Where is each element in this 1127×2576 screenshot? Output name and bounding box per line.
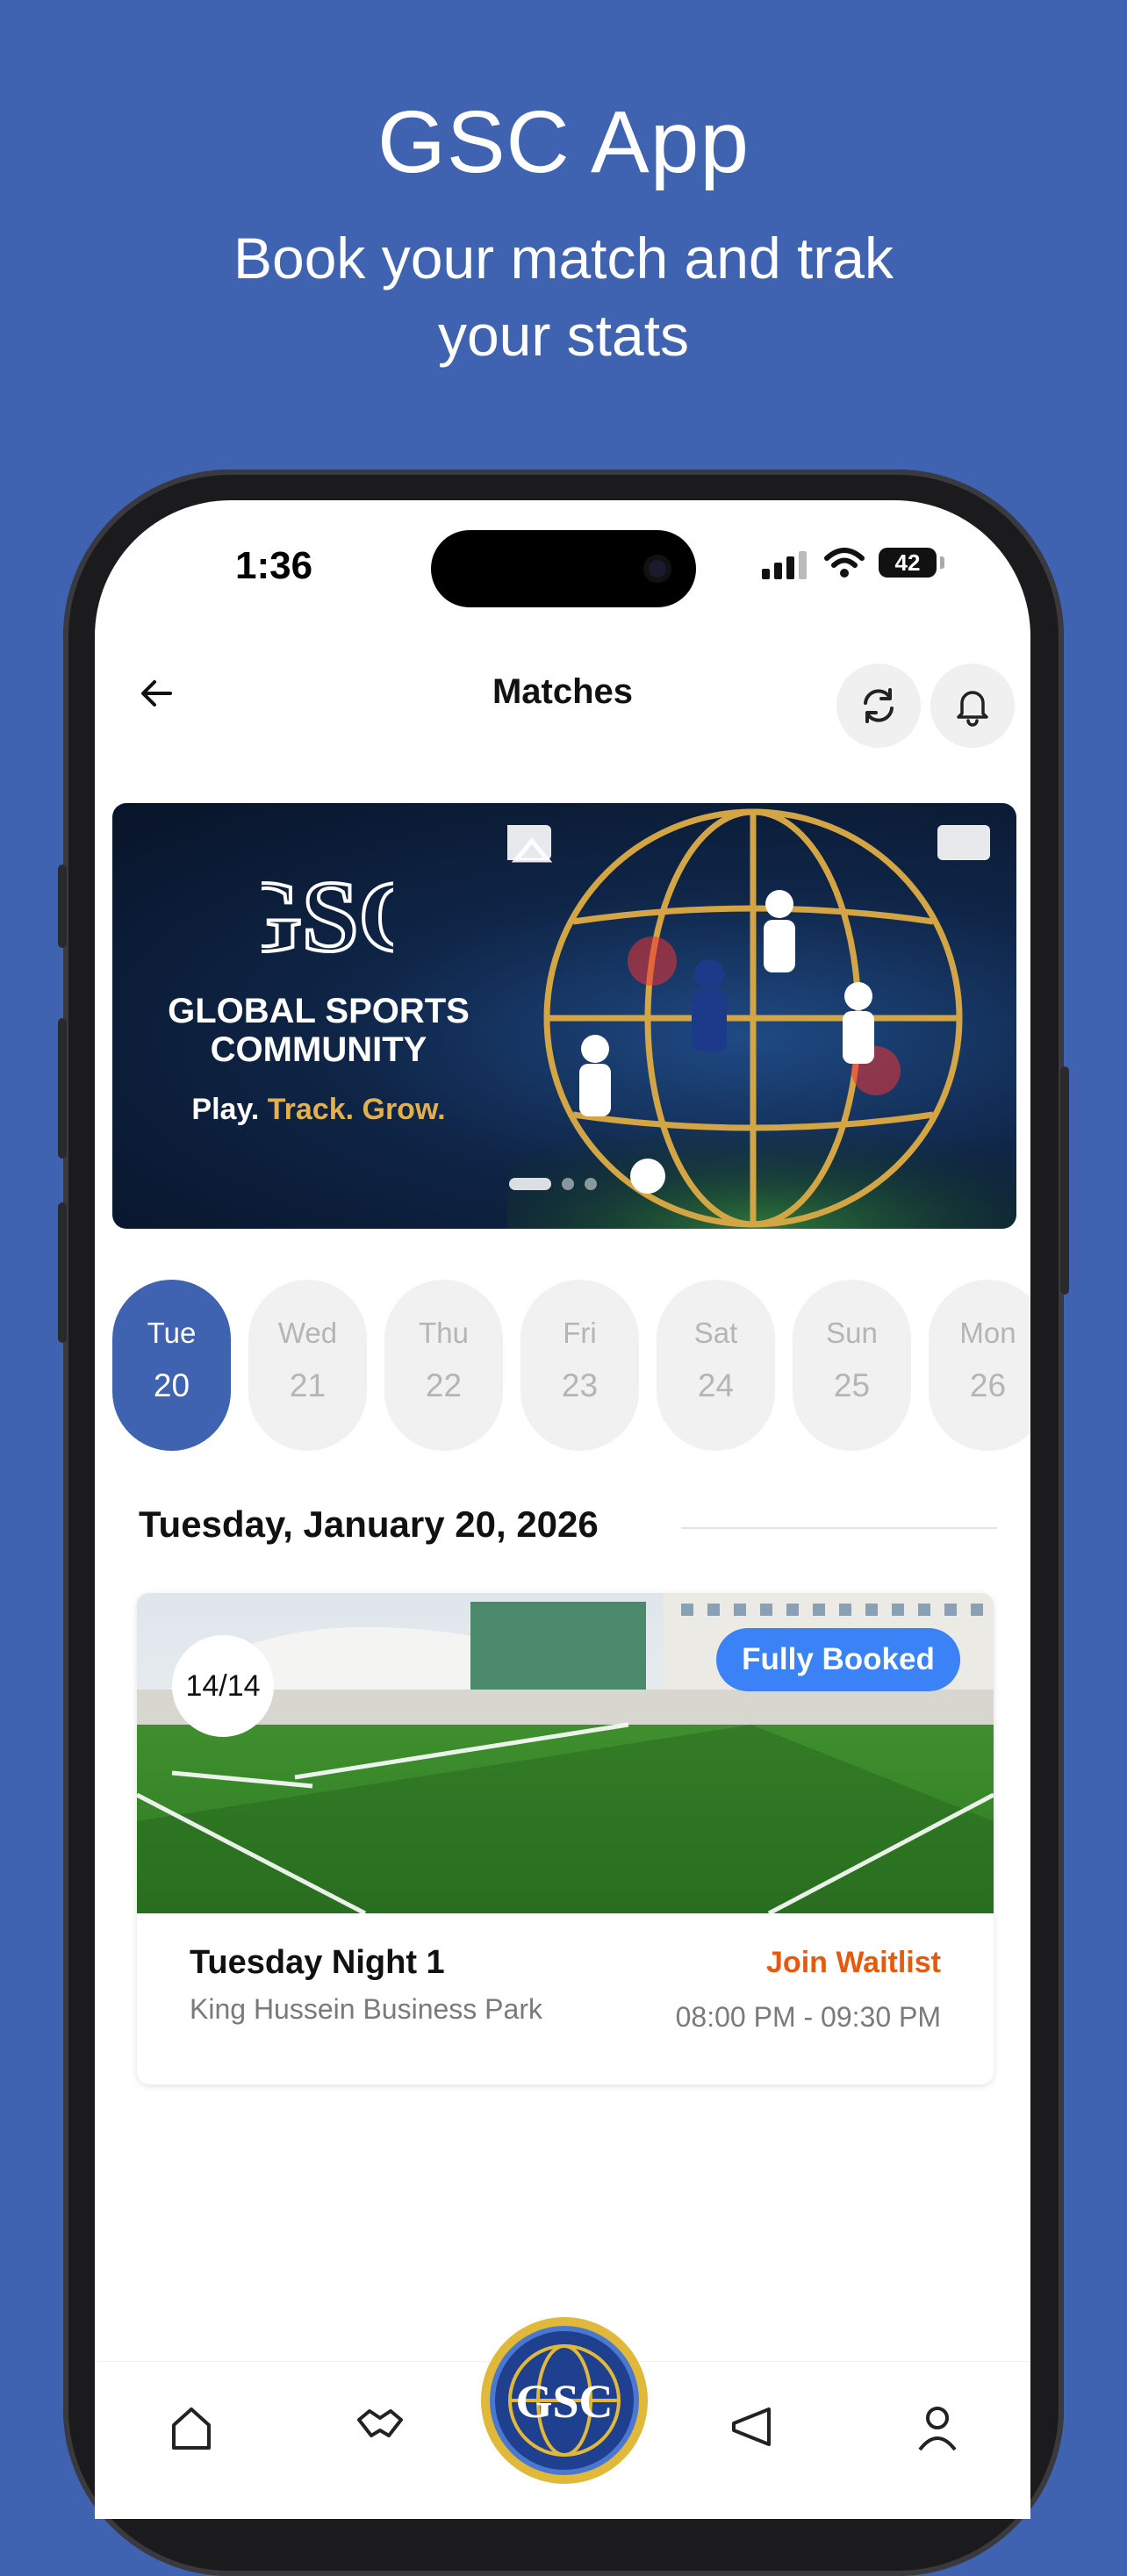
day-pill-mon[interactable]: Mon 26 bbox=[929, 1280, 1030, 1451]
join-waitlist-button[interactable]: Join Waitlist bbox=[766, 1946, 941, 1980]
app-screen: 1:36 42 Matches GS GLOBAL SPORTS COMMUNI… bbox=[95, 500, 1030, 2519]
promo-subtitle: Book your match and trak your stats bbox=[233, 226, 894, 368]
day-number: 20 bbox=[153, 1367, 190, 1403]
gsc-logo-icon: GSC bbox=[262, 859, 393, 975]
day-number: 23 bbox=[561, 1367, 599, 1403]
day-name: Tue bbox=[147, 1317, 197, 1349]
players-count-badge: 14/14 bbox=[172, 1635, 274, 1737]
day-pill-sun[interactable]: Sun 25 bbox=[793, 1280, 911, 1451]
phone-volume-down bbox=[58, 1202, 67, 1343]
day-pill-sat[interactable]: Sat 24 bbox=[657, 1280, 775, 1451]
status-badge: Fully Booked bbox=[716, 1628, 960, 1691]
match-time: 08:00 PM - 09:30 PM bbox=[675, 2001, 941, 2033]
day-number: 24 bbox=[697, 1367, 735, 1403]
day-name: Wed bbox=[277, 1317, 338, 1349]
day-pill-tue[interactable]: Tue 20 bbox=[112, 1280, 231, 1451]
dynamic-island bbox=[431, 530, 696, 607]
gsc-home-logo-button[interactable]: GSC bbox=[481, 2317, 648, 2484]
banner-title-line1: GLOBAL SPORTS bbox=[168, 992, 470, 1030]
banner-title-line2: COMMUNITY bbox=[210, 1030, 427, 1069]
match-venue: King Hussein Business Park bbox=[190, 1993, 542, 2025]
day-name: Sat bbox=[693, 1317, 738, 1349]
wifi-icon bbox=[824, 548, 865, 578]
banner-page-indicator-active bbox=[509, 1178, 551, 1190]
banner-tagline: Play. Track. Grow. bbox=[112, 1093, 525, 1127]
home-icon[interactable] bbox=[165, 2400, 218, 2453]
handshake-icon[interactable] bbox=[354, 2400, 406, 2453]
match-card[interactable]: 14/14 Fully Booked Tuesday Night 1 King … bbox=[137, 1593, 994, 2084]
day-pill-thu[interactable]: Thu 22 bbox=[384, 1280, 503, 1451]
divider bbox=[681, 1527, 997, 1529]
battery-icon: 42 bbox=[879, 548, 937, 578]
megaphone-icon[interactable] bbox=[727, 2400, 779, 2453]
notifications-button[interactable] bbox=[930, 664, 1015, 748]
svg-text:GSC: GSC bbox=[262, 861, 393, 973]
promo-title: GSC App bbox=[377, 93, 750, 191]
camera-icon bbox=[643, 555, 671, 583]
phone-action-button bbox=[58, 865, 67, 948]
bell-icon bbox=[957, 691, 988, 727]
gsc-logo-icon: GSC bbox=[490, 2326, 639, 2475]
cellular-signal-icon bbox=[762, 551, 807, 579]
status-time: 1:36 bbox=[235, 544, 313, 587]
phone-power-button bbox=[1060, 1066, 1069, 1295]
battery-tip bbox=[940, 556, 944, 569]
profile-icon[interactable] bbox=[911, 2400, 964, 2453]
day-name: Mon bbox=[959, 1317, 1016, 1349]
day-name: Thu bbox=[419, 1317, 469, 1349]
day-number: 22 bbox=[425, 1367, 463, 1403]
day-number: 26 bbox=[969, 1367, 1007, 1403]
tagline-play: Play. bbox=[191, 1093, 260, 1126]
refresh-icon bbox=[864, 688, 894, 723]
date-heading: Tuesday, January 20, 2026 bbox=[139, 1503, 599, 1545]
banner-page-indicator bbox=[585, 1178, 597, 1190]
day-name: Fri bbox=[563, 1317, 597, 1349]
refresh-button[interactable] bbox=[836, 664, 921, 748]
day-name: Sun bbox=[826, 1317, 878, 1349]
center-logo-text: GSC bbox=[515, 2375, 613, 2428]
phone-volume-up bbox=[58, 1018, 67, 1159]
promo-banner[interactable]: GSC GLOBAL SPORTS COMMUNITY Play. Track.… bbox=[112, 803, 1016, 1229]
banner-page-indicator bbox=[562, 1178, 574, 1190]
day-pill-fri[interactable]: Fri 23 bbox=[520, 1280, 639, 1451]
banner-title: GLOBAL SPORTS COMMUNITY bbox=[112, 992, 525, 1069]
tagline-track-grow: Track. Grow. bbox=[267, 1093, 446, 1126]
match-name: Tuesday Night 1 bbox=[190, 1944, 445, 1981]
day-number: 21 bbox=[289, 1367, 327, 1403]
globe-players-illustration bbox=[507, 808, 1016, 1229]
day-number: 25 bbox=[833, 1367, 871, 1403]
day-pill-wed[interactable]: Wed 21 bbox=[248, 1280, 367, 1451]
